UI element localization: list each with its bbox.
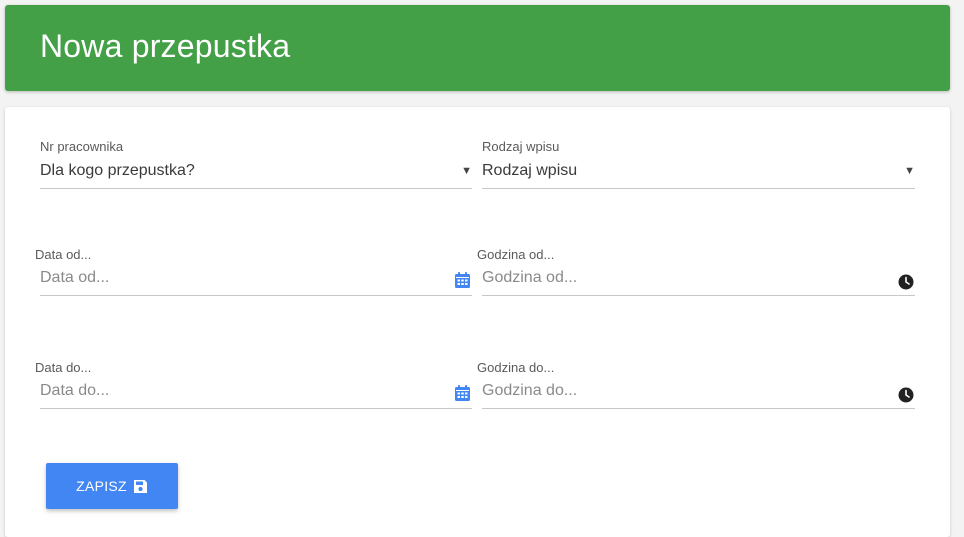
caret-down-icon: ▼	[904, 165, 915, 177]
clock-icon[interactable]	[898, 274, 914, 290]
employee-label: Nr pracownika	[40, 139, 124, 154]
page-header: Nowa przepustka	[5, 5, 950, 91]
time-to-input[interactable]: Godzina do...	[482, 378, 915, 409]
date-to-label: Data do...	[35, 360, 92, 375]
caret-down-icon: ▼	[461, 165, 472, 177]
entry-type-select-value: Rodzaj wpisu	[482, 162, 578, 179]
date-to-placeholder: Data do...	[40, 382, 110, 399]
time-from-placeholder: Godzina od...	[482, 269, 578, 286]
time-from-label: Godzina od...	[477, 247, 555, 262]
save-button[interactable]: ZAPISZ	[46, 463, 178, 509]
date-from-input[interactable]: Data od...	[40, 265, 472, 296]
date-from-placeholder: Data od...	[40, 269, 110, 286]
entry-type-select[interactable]: Rodzaj wpisu ▼	[482, 158, 915, 189]
calendar-icon[interactable]	[455, 272, 470, 288]
time-to-label: Godzina do...	[477, 360, 555, 375]
clock-icon[interactable]	[898, 387, 914, 403]
employee-select[interactable]: Dla kogo przepustka? ▼	[40, 158, 472, 189]
calendar-icon[interactable]	[455, 385, 470, 401]
floppy-disk-icon	[133, 479, 148, 494]
time-from-input[interactable]: Godzina od...	[482, 265, 915, 296]
save-button-label: ZAPISZ	[76, 478, 127, 494]
time-to-placeholder: Godzina do...	[482, 382, 578, 399]
pass-form: Nr pracownika Dla kogo przepustka? ▼ Rod…	[5, 107, 950, 537]
page-title: Nowa przepustka	[40, 28, 291, 64]
entry-type-label: Rodzaj wpisu	[482, 139, 560, 154]
date-to-input[interactable]: Data do...	[40, 378, 472, 409]
employee-select-value: Dla kogo przepustka?	[40, 162, 195, 179]
date-from-label: Data od...	[35, 247, 92, 262]
